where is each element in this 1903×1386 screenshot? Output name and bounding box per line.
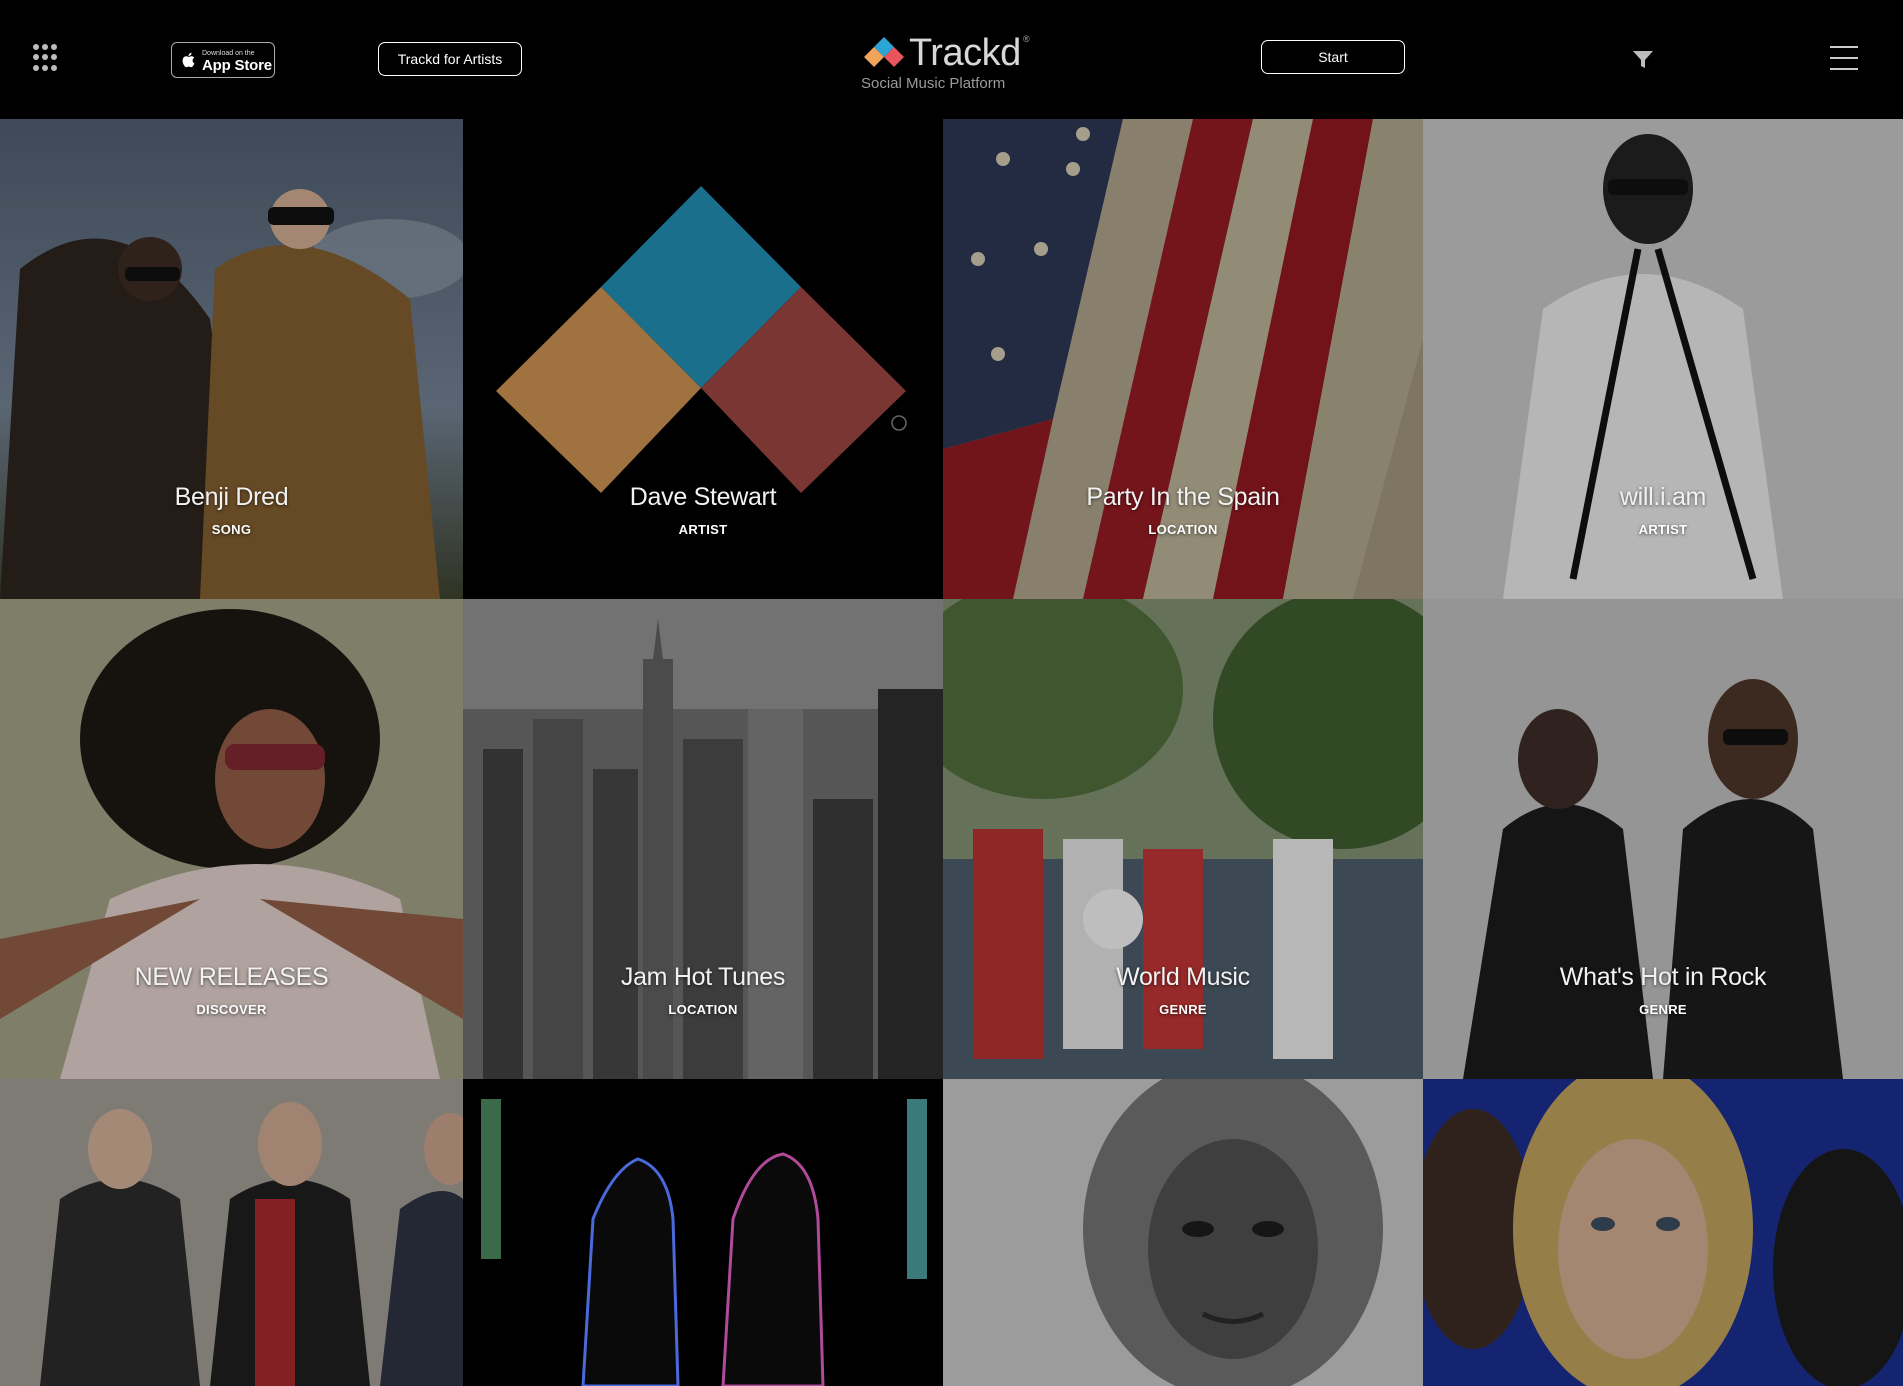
tile-title: will.i.am [1619,483,1707,511]
tile-type: GENRE [1159,1002,1207,1017]
tile-benji-dred[interactable]: Benji Dred SONG [0,119,463,599]
tile-type: ARTIST [678,522,728,537]
tile-type: LOCATION [668,1002,738,1017]
tile-title: Dave Stewart [629,483,777,511]
start-button[interactable]: Start [1261,40,1405,74]
trackd-logo-mark-icon [864,37,904,67]
content-tile-grid: Benji Dred SONG Dave Stewart ARTIST Part… [0,119,1903,1386]
logo-wordmark: Trackd [909,32,1021,74]
tile-party-in-the-spain[interactable]: Party In the Spain LOCATION [943,119,1423,599]
app-store-label: App Store [202,57,272,74]
tile-title: Jam Hot Tunes [620,963,786,991]
logo-registered-mark: ® [1023,34,1030,44]
tile-silhouettes[interactable] [463,1079,943,1386]
filter-icon[interactable] [1632,48,1654,70]
tile-portrait-woman[interactable] [943,1079,1423,1386]
tile-will-i-am[interactable]: will.i.am ARTIST [1423,119,1903,599]
tile-band-photo[interactable] [0,1079,463,1386]
tile-world-music[interactable]: World Music GENRE [943,599,1423,1079]
tile-dave-stewart[interactable]: Dave Stewart ARTIST [463,119,943,599]
tile-whats-hot-in-rock[interactable]: What's Hot in Rock GENRE [1423,599,1903,1079]
tile-new-releases[interactable]: NEW RELEASES DISCOVER [0,599,463,1079]
top-navigation-bar: Download on the App Store Trackd for Art… [0,0,1903,119]
tile-title: NEW RELEASES [134,963,329,991]
tile-jam-hot-tunes[interactable]: Jam Hot Tunes LOCATION [463,599,943,1079]
tile-title: Benji Dred [174,483,289,511]
tile-type: DISCOVER [196,1002,267,1017]
trackd-logo[interactable]: Trackd ® Social Music Platform [861,30,1041,98]
tile-type: GENRE [1639,1002,1687,1017]
tile-title: Party In the Spain [1086,483,1280,511]
tile-type: SONG [211,522,252,537]
apps-grid-icon[interactable] [33,44,61,72]
logo-tagline: Social Music Platform [861,75,1006,92]
tile-title: World Music [1116,963,1250,991]
trackd-for-artists-button[interactable]: Trackd for Artists [378,42,522,76]
tile-type: LOCATION [1148,522,1218,537]
hamburger-menu-icon[interactable] [1830,46,1858,72]
apple-icon [182,52,195,68]
app-store-badge[interactable]: Download on the App Store [171,42,275,78]
tile-eighties-band[interactable] [1423,1079,1903,1386]
tile-type: ARTIST [1638,522,1688,537]
tile-image [463,1079,943,1386]
app-store-small-text: Download on the [202,50,255,57]
tile-title: What's Hot in Rock [1559,963,1767,991]
